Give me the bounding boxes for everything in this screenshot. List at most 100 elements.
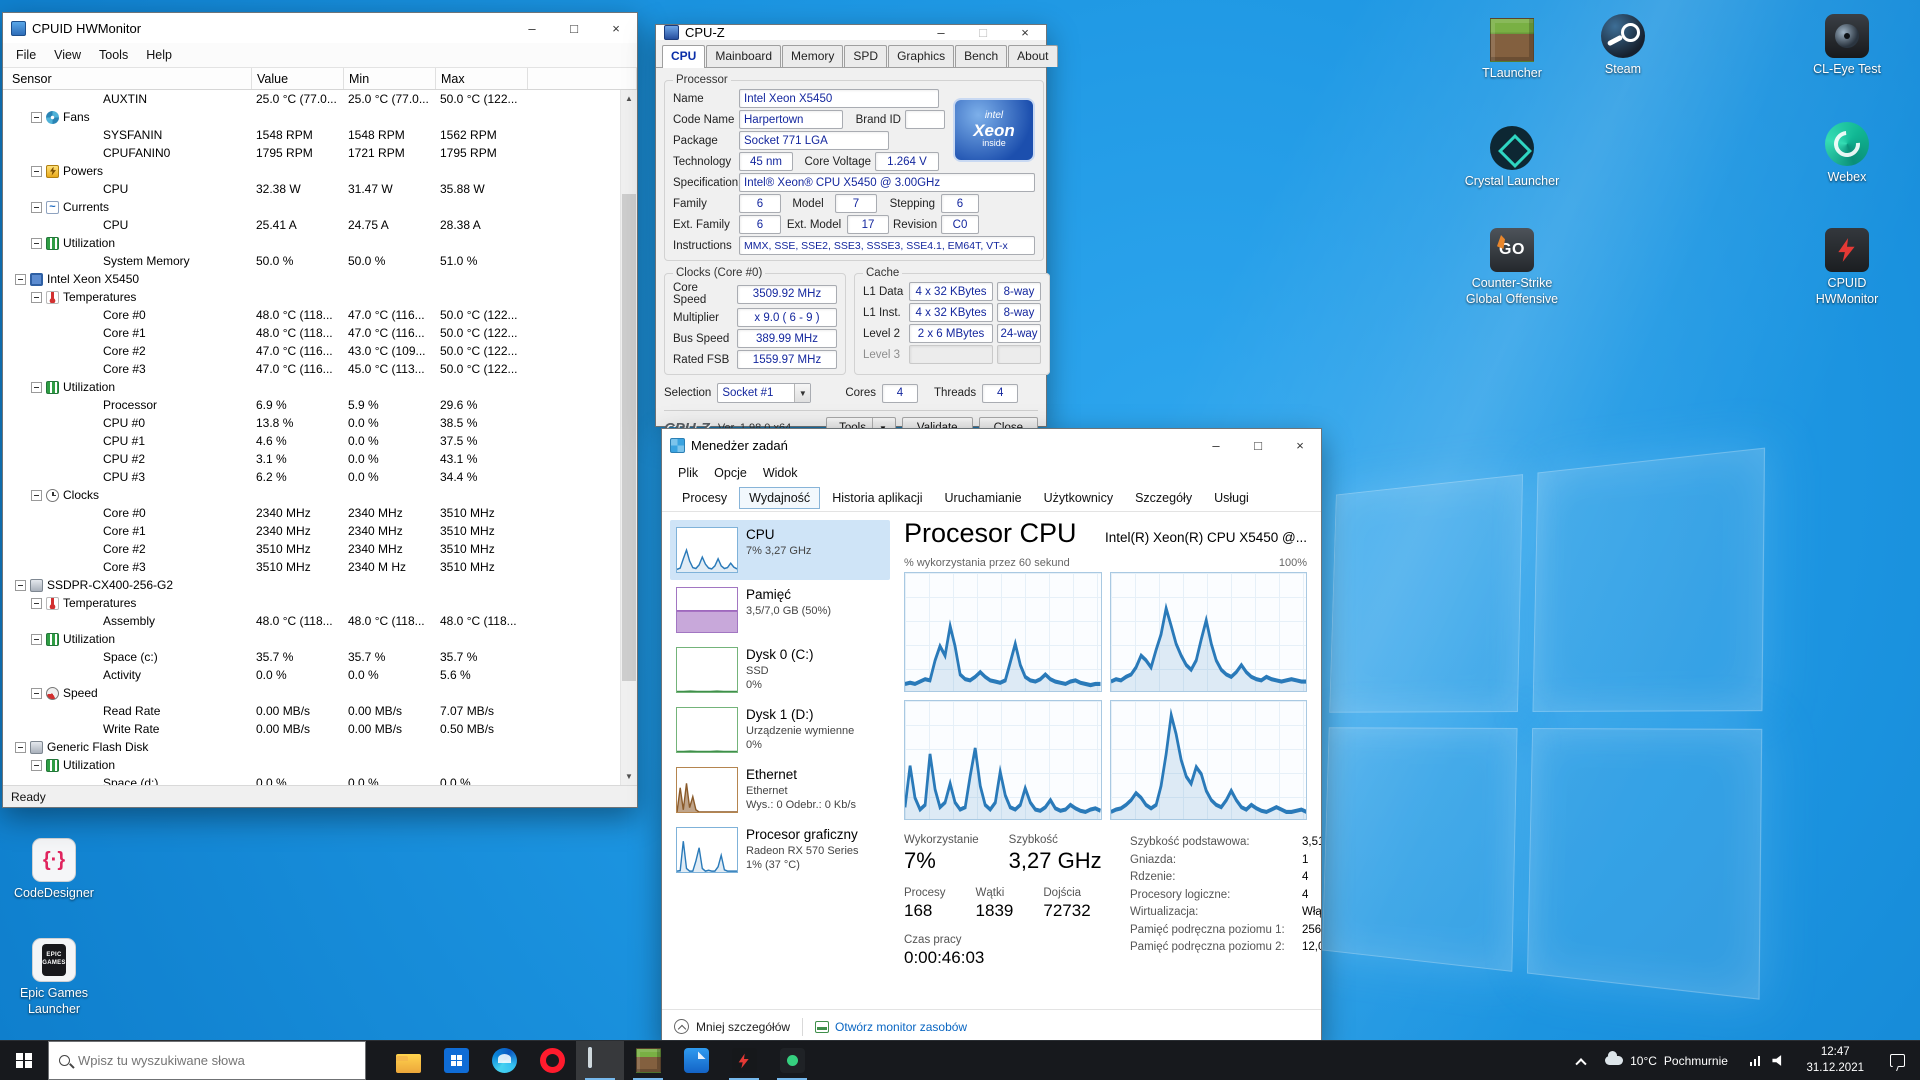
tree-expander-icon[interactable] [31, 292, 42, 303]
sensor-row[interactable]: SYSFANIN 1548 RPM 1548 RPM 1562 RPM [3, 126, 620, 144]
desktop-icon-tlauncher[interactable]: TLauncher [1462, 18, 1562, 82]
tree-expander-icon[interactable] [15, 274, 26, 285]
menu-item[interactable]: Opcje [706, 463, 755, 483]
sensor-row[interactable]: Core #3 3510 MHz 2340 M Hz 3510 MHz [3, 558, 620, 576]
taskbar-app-minecraft[interactable] [624, 1041, 672, 1080]
sensor-row[interactable]: Processor 6.9 % 5.9 % 29.6 % [3, 396, 620, 414]
cpu-core-graph-2[interactable] [904, 700, 1102, 820]
cpuz-tab[interactable]: CPU [662, 45, 705, 68]
sensor-row[interactable]: CPU #1 4.6 % 0.0 % 37.5 % [3, 432, 620, 450]
sidebar-item-ethernet[interactable]: Ethernet Ethernet Wys.: 0 Odebr.: 0 Kb/s [670, 760, 890, 820]
sensor-row[interactable]: System Memory 50.0 % 50.0 % 51.0 % [3, 252, 620, 270]
taskbar-app-active-monitor[interactable] [576, 1041, 624, 1080]
weather-widget[interactable]: 10°C Pochmurnie [1593, 1054, 1740, 1068]
sensor-row[interactable]: Core #0 2340 MHz 2340 MHz 3510 MHz [3, 504, 620, 522]
tree-expander-icon[interactable] [31, 490, 42, 501]
menu-item[interactable]: File [7, 45, 45, 65]
desktop-icon-epic-games[interactable]: EPIC GAMES Epic Games Launcher [4, 938, 104, 1017]
socket-selector[interactable]: Socket #1 ▼ [717, 383, 811, 403]
sensor-row[interactable]: Core #0 48.0 °C (118... 47.0 °C (116... … [3, 306, 620, 324]
task-manager-tab[interactable]: Historia aplikacji [822, 487, 932, 509]
chevron-down-icon[interactable]: ▼ [794, 384, 810, 402]
open-resource-monitor-link[interactable]: Otwórz monitor zasobów [815, 1020, 967, 1034]
desktop-icon-crystal-launcher[interactable]: Crystal Launcher [1462, 126, 1562, 190]
menu-item[interactable]: Help [137, 45, 181, 65]
sensor-row[interactable]: Speed [3, 684, 620, 702]
sensor-row[interactable]: AUXTIN 25.0 °C (77.0... 25.0 °C (77.0...… [3, 90, 620, 108]
scroll-up-icon[interactable]: ▲ [621, 90, 637, 107]
taskbar-app-editor[interactable] [672, 1041, 720, 1080]
cpuz-tab[interactable]: Graphics [888, 45, 954, 67]
network-icon[interactable] [1750, 1056, 1761, 1066]
tree-expander-icon[interactable] [31, 382, 42, 393]
sensor-row[interactable]: CPUFANIN0 1795 RPM 1721 RPM 1795 RPM [3, 144, 620, 162]
task-manager-tab[interactable]: Szczegóły [1125, 487, 1202, 509]
scroll-down-icon[interactable]: ▼ [621, 768, 637, 785]
sensor-row[interactable]: Core #2 3510 MHz 2340 MHz 3510 MHz [3, 540, 620, 558]
task-manager-tab[interactable]: Użytkownicy [1034, 487, 1123, 509]
start-button[interactable] [0, 1041, 48, 1080]
sensor-row[interactable]: Temperatures [3, 594, 620, 612]
action-center-button[interactable] [1874, 1054, 1920, 1067]
cpuz-tab[interactable]: About [1008, 45, 1057, 67]
menu-item[interactable]: Widok [755, 463, 806, 483]
desktop-icon-csgo[interactable]: GO Counter-Strike Global Offensive [1462, 228, 1562, 307]
tree-expander-icon[interactable] [31, 634, 42, 645]
sensor-row[interactable]: Assembly 48.0 °C (118... 48.0 °C (118...… [3, 612, 620, 630]
sidebar-item-disk0[interactable]: Dysk 0 (C:) SSD 0% [670, 640, 890, 700]
cpuz-tab[interactable]: Mainboard [706, 45, 781, 67]
sidebar-item-gpu[interactable]: Procesor graficzny Radeon RX 570 Series … [670, 820, 890, 880]
sensor-row[interactable]: CPU #2 3.1 % 0.0 % 43.1 % [3, 450, 620, 468]
sensor-row[interactable]: Currents [3, 198, 620, 216]
sensor-row[interactable]: Powers [3, 162, 620, 180]
minimize-button[interactable]: – [511, 13, 553, 43]
desktop-icon-codedesigner[interactable]: {·} CodeDesigner [4, 838, 104, 902]
minimize-button[interactable]: – [920, 25, 962, 40]
cpuz-titlebar[interactable]: CPU-Z – □ × [656, 25, 1046, 40]
taskbar-search[interactable] [48, 1041, 366, 1080]
taskbar-app-codedesigner[interactable] [768, 1041, 816, 1080]
cpu-core-graph-3[interactable] [1110, 700, 1308, 820]
desktop-icon-cpuid-hwmonitor[interactable]: CPUID HWMonitor [1797, 228, 1897, 307]
cpuz-tab[interactable]: Memory [782, 45, 843, 67]
cpu-core-graph-0[interactable] [904, 572, 1102, 692]
sensor-row[interactable]: CPU #0 13.8 % 0.0 % 38.5 % [3, 414, 620, 432]
menu-item[interactable]: Plik [670, 463, 706, 483]
tree-expander-icon[interactable] [31, 760, 42, 771]
hwmonitor-titlebar[interactable]: CPUID HWMonitor – □ × [3, 13, 637, 43]
cpu-core-graph-1[interactable] [1110, 572, 1308, 692]
taskbar-app-opera[interactable] [528, 1041, 576, 1080]
tree-expander-icon[interactable] [15, 580, 26, 591]
tree-expander-icon[interactable] [31, 598, 42, 609]
desktop-icon-cl-eye-test[interactable]: CL-Eye Test [1797, 14, 1897, 78]
sensor-row[interactable]: Intel Xeon X5450 [3, 270, 620, 288]
sidebar-item-memory[interactable]: Pamięć 3,5/7,0 GB (50%) [670, 580, 890, 640]
column-header-min[interactable]: Min [344, 68, 436, 89]
column-header-max[interactable]: Max [436, 68, 528, 89]
sensor-row[interactable]: Fans [3, 108, 620, 126]
sensor-row[interactable]: Space (d:) 0.0 % 0.0 % 0.0 % [3, 774, 620, 785]
desktop-icon-webex[interactable]: Webex [1797, 122, 1897, 186]
maximize-button[interactable]: □ [962, 25, 1004, 40]
tree-expander-icon[interactable] [31, 202, 42, 213]
sensor-row[interactable]: Core #2 47.0 °C (116... 43.0 °C (109... … [3, 342, 620, 360]
tree-expander-icon[interactable] [31, 688, 42, 699]
sensor-row[interactable]: Utilization [3, 630, 620, 648]
sensor-row[interactable]: Space (c:) 35.7 % 35.7 % 35.7 % [3, 648, 620, 666]
vertical-scrollbar[interactable]: ▲ ▼ [620, 90, 637, 785]
volume-icon[interactable] [1772, 1055, 1786, 1067]
cpuz-tab[interactable]: Bench [955, 45, 1007, 67]
sensor-row[interactable]: Write Rate 0.00 MB/s 0.00 MB/s 0.50 MB/s [3, 720, 620, 738]
task-manager-tab[interactable]: Usługi [1204, 487, 1259, 509]
close-button[interactable]: × [1004, 25, 1046, 40]
task-manager-titlebar[interactable]: Menedżer zadań – □ × [662, 429, 1321, 461]
tree-expander-icon[interactable] [31, 238, 42, 249]
sensor-row[interactable]: Utilization [3, 756, 620, 774]
sensor-row[interactable]: Core #1 48.0 °C (118... 47.0 °C (116... … [3, 324, 620, 342]
sensor-row[interactable]: Read Rate 0.00 MB/s 0.00 MB/s 7.07 MB/s [3, 702, 620, 720]
menu-item[interactable]: Tools [90, 45, 137, 65]
sensor-row[interactable]: Generic Flash Disk [3, 738, 620, 756]
sidebar-item-disk1[interactable]: Dysk 1 (D:) Urządzenie wymienne 0% [670, 700, 890, 760]
close-button[interactable]: × [1279, 429, 1321, 461]
task-manager-tab[interactable]: Wydajność [739, 487, 820, 509]
